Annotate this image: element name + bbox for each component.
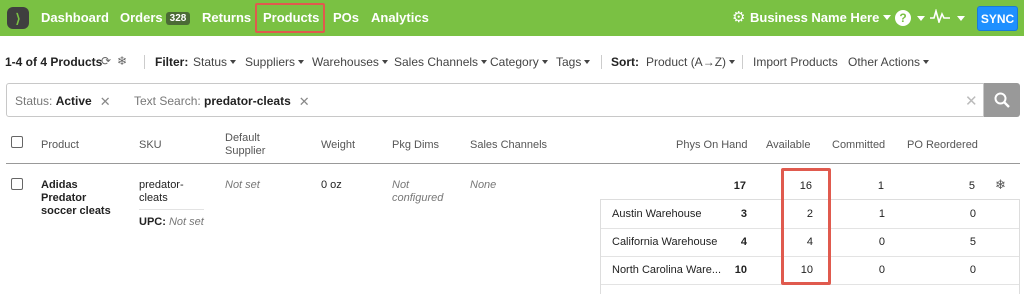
warehouse-name: North Carolina Ware... (612, 264, 722, 276)
table-header: Product SKU Default Supplier Weight Pkg … (0, 131, 1024, 165)
close-icon[interactable]: ✕ (100, 94, 111, 110)
activity-icon[interactable] (930, 8, 950, 26)
product-count: 1-4 of 4 Products (5, 55, 103, 69)
sync-button[interactable]: SYNC (977, 6, 1018, 31)
filter-label: Filter: (155, 55, 189, 69)
header-default-supplier[interactable]: Default Supplier (225, 132, 285, 158)
nav-orders[interactable]: Orders 328 (120, 10, 191, 25)
header-sku[interactable]: SKU (139, 139, 162, 152)
snowflake-icon[interactable]: ❄ (995, 177, 1006, 193)
upc-value: Not set (168, 216, 204, 228)
filter-warehouses[interactable]: Warehouses (312, 55, 388, 69)
filter-chip-text-search: Text Search: predator-cleats ✕ (134, 94, 310, 110)
divider (139, 209, 204, 210)
products-highlight-box (255, 3, 325, 33)
close-icon[interactable]: ✕ (299, 94, 310, 110)
warehouse-committed: 0 (878, 264, 885, 276)
refresh-icon[interactable]: ⟳ (101, 54, 111, 68)
clear-search-icon[interactable]: ✕ (965, 92, 978, 110)
logo-icon[interactable]: ⟩ (7, 7, 29, 29)
weight-value: 0 oz (321, 179, 342, 191)
nav-returns[interactable]: Returns (202, 10, 251, 25)
divider (6, 163, 1020, 164)
warehouse-po-reordered: 0 (969, 208, 976, 220)
warehouse-name: California Warehouse (612, 236, 718, 248)
divider (144, 55, 145, 69)
snowflake-icon[interactable]: ❄ (117, 54, 127, 68)
filter-tags[interactable]: Tags (556, 55, 591, 69)
filter-toolbar: 1-4 of 4 Products ⟳ ❄ Filter: Status Sup… (0, 52, 1024, 72)
select-all-checkbox[interactable] (11, 136, 23, 148)
nav-dashboard[interactable]: Dashboard (41, 10, 109, 25)
filter-category[interactable]: Category (490, 55, 548, 69)
chevron-down-icon (883, 15, 892, 20)
other-actions-dropdown[interactable]: Other Actions (848, 55, 930, 69)
upc-label: UPC: (139, 216, 166, 228)
nav-analytics[interactable]: Analytics (371, 10, 429, 25)
header-product[interactable]: Product (41, 139, 79, 152)
filter-sales-channels[interactable]: Sales Channels (394, 55, 488, 69)
header-pkg-dims[interactable]: Pkg Dims (392, 139, 439, 152)
orders-count-badge: 328 (165, 12, 191, 25)
default-supplier-value: Not set (225, 179, 260, 191)
warehouse-po-reordered: 0 (969, 264, 976, 276)
header-phys-on-hand[interactable]: Phys On Hand (676, 139, 748, 152)
gear-icon: ⚙ (732, 9, 746, 26)
product-name-link[interactable]: Adidas Predator soccer cleats (41, 179, 121, 218)
divider (601, 55, 602, 69)
filter-chip-status: Status: Active ✕ (15, 94, 111, 110)
warehouse-phys-on-hand: 4 (740, 236, 747, 248)
available-highlight-box (781, 168, 831, 285)
po-reordered-total: 5 (968, 180, 975, 192)
nav-pos[interactable]: POs (333, 10, 359, 25)
business-name-menu[interactable]: Business Name Here (750, 10, 892, 25)
header-weight[interactable]: Weight (321, 139, 355, 152)
row-checkbox[interactable] (11, 178, 23, 190)
top-nav: ⟩ Dashboard Orders 328 Returns Products P… (0, 0, 1024, 36)
warehouse-committed: 1 (878, 208, 885, 220)
committed-total: 1 (877, 180, 884, 192)
sort-dropdown[interactable]: Product (A→Z) (646, 55, 736, 69)
divider (742, 55, 743, 69)
sales-channels-value: None (470, 179, 497, 191)
sort-label: Sort: (611, 55, 639, 69)
warehouse-po-reordered: 5 (969, 236, 976, 248)
header-available[interactable]: Available (766, 139, 810, 152)
phys-on-hand-total: 17 (733, 180, 746, 192)
import-products-link[interactable]: Import Products (753, 55, 838, 69)
search-icon (994, 92, 1010, 108)
warehouse-name: Austin Warehouse (612, 208, 702, 220)
header-sales-channels[interactable]: Sales Channels (470, 139, 547, 152)
filter-status[interactable]: Status (193, 55, 237, 69)
warehouse-phys-on-hand: 10 (734, 264, 747, 276)
nav-orders-label: Orders (120, 10, 163, 25)
chevron-down-icon (917, 16, 925, 21)
filter-suppliers[interactable]: Suppliers (245, 55, 305, 69)
upc-field: UPC: Not set (139, 216, 204, 229)
chevron-down-icon (957, 16, 965, 21)
table-row[interactable]: Adidas Predator soccer cleats predator-c… (0, 165, 1024, 294)
sku-value: predator-cleats (139, 179, 184, 204)
help-icon[interactable]: ? (895, 10, 911, 26)
header-committed[interactable]: Committed (832, 139, 885, 152)
warehouse-phys-on-hand: 3 (740, 208, 747, 220)
warehouse-committed: 0 (878, 236, 885, 248)
search-input[interactable]: Status: Active ✕ Text Search: predator-cl… (6, 83, 984, 117)
pkg-dims-value: Not configured (392, 179, 444, 204)
search-button[interactable] (984, 83, 1020, 117)
header-po-reordered[interactable]: PO Reordered (907, 139, 978, 152)
business-name: Business Name Here (750, 10, 880, 25)
